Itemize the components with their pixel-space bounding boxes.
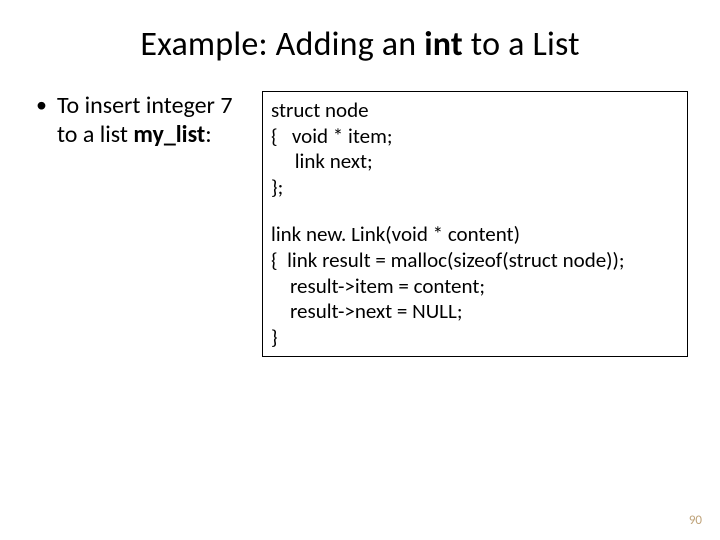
bullet-text: To insert integer 7 to a list my_list: (57, 91, 233, 150)
bullet-line2-post: : (205, 120, 211, 149)
code-gap (271, 200, 679, 222)
code-line: link new. Link(void * content) (271, 222, 679, 248)
slide: Example: Adding an int to a List • To in… (0, 0, 720, 540)
title-pre: Example: Adding an (140, 24, 424, 65)
slide-title: Example: Adding an int to a List (32, 24, 688, 65)
code-line: { link result = malloc(sizeof(struct nod… (271, 248, 679, 274)
title-post: to a List (463, 24, 580, 65)
code-line: { void * item; (271, 124, 679, 150)
bullet-line2-bold: my_list (133, 120, 205, 149)
content-columns: • To insert integer 7 to a list my_list:… (32, 91, 688, 357)
bullet-line1: To insert integer 7 (57, 91, 233, 120)
code-line: result->item = content; (271, 274, 679, 300)
right-column: struct node { void * item; link next; };… (262, 91, 688, 357)
code-line: } (271, 325, 679, 351)
code-line: result->next = NULL; (271, 299, 679, 325)
code-line: link next; (271, 149, 679, 175)
title-bold: int (424, 24, 463, 65)
bullet-line2-pre: to a list (57, 120, 133, 149)
code-box: struct node { void * item; link next; };… (262, 91, 688, 357)
bullet-item: • To insert integer 7 to a list my_list: (32, 91, 250, 150)
left-column: • To insert integer 7 to a list my_list: (32, 91, 262, 150)
page-number: 90 (689, 513, 702, 528)
code-line: struct node (271, 98, 679, 124)
bullet-dot-icon: • (36, 91, 47, 120)
code-line: }; (271, 175, 679, 201)
